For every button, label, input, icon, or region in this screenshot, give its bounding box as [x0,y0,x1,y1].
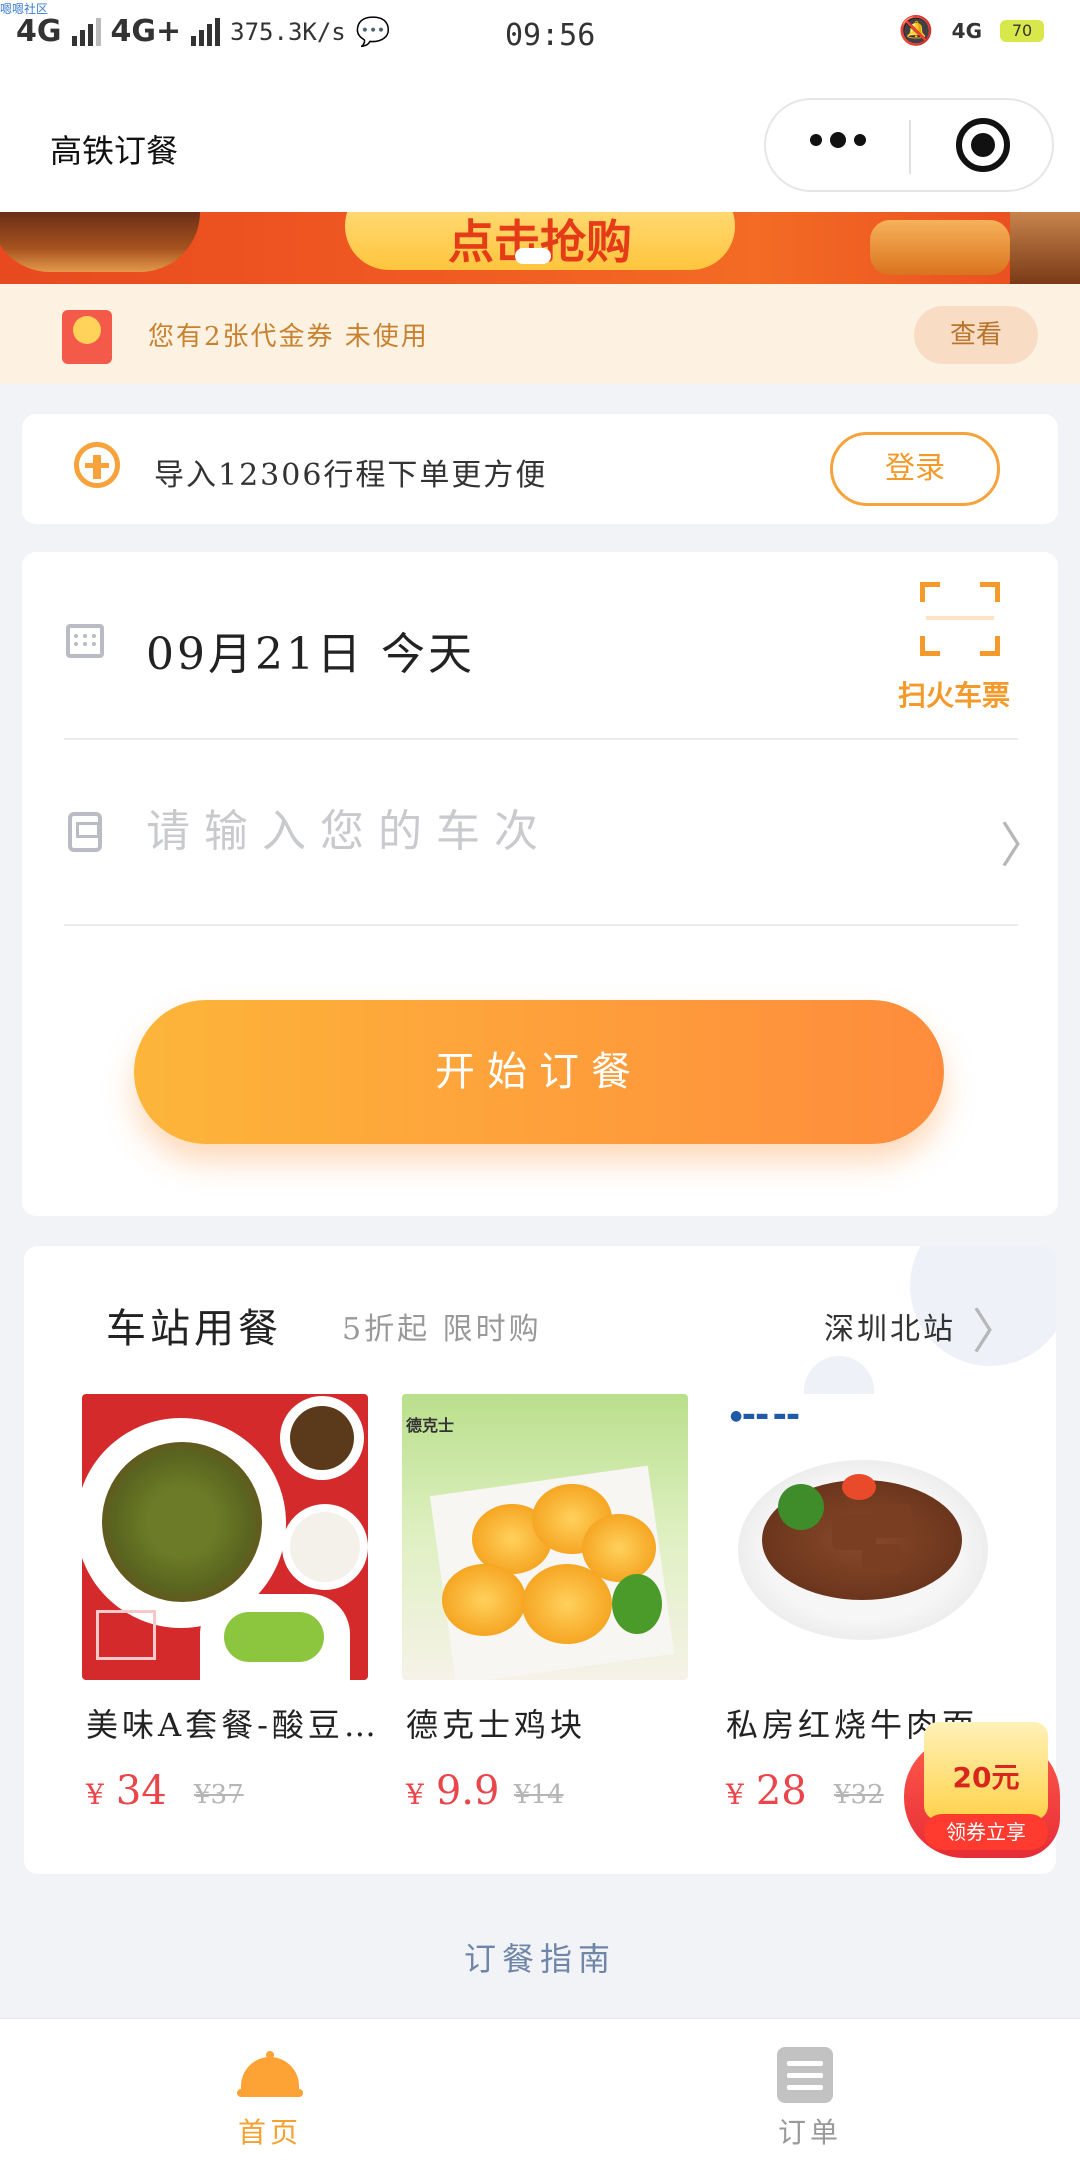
tab-label: 首页 [237,2116,302,2149]
network-indicators: 4G 4G+ 375.3K/s 💬 [16,14,391,49]
train-number-input[interactable] [146,806,906,857]
import-trip-card: 导入12306行程下单更方便 登录 [22,414,1058,524]
coupon-notice: 您有2张代金券 未使用 查看 [0,284,1080,384]
signal-icon [71,17,101,46]
network-speed: 375.3K/s [230,17,346,46]
date-selector[interactable]: 09月21日 今天 [146,618,475,682]
coupon-amount: 20元 [952,1761,1020,1794]
railway-logo-icon [74,442,120,488]
meal-item[interactable]: 德克士 德克士鸡块 ¥9.9 ¥14 [402,1394,688,1814]
chevron-right-icon[interactable]: 〉 [1000,806,1048,876]
mute-bell-icon: 🔕 [898,14,934,47]
divider [64,924,1018,926]
tab-bar: 首页 订单 [0,2018,1080,2160]
red-envelope-icon [62,310,112,364]
status-right: 🔕 4G 70 [899,14,1044,47]
page-title: 高铁订餐 [50,132,179,170]
import-trip-text: 导入12306行程下单更方便 [154,458,548,493]
meal-name: 德克士鸡块 [406,1706,587,1744]
promo-banner[interactable]: 点击抢购 [0,212,1080,284]
tab-home[interactable]: 首页 [0,2019,540,2160]
capsule-divider [909,120,911,174]
train-icon [68,812,102,852]
more-dots-icon[interactable] [810,132,866,148]
divider [64,738,1018,740]
meal-item[interactable]: ●▬▬ ▬▬ 私房红烧牛肉面 ¥28 ¥32 [722,1394,1008,1814]
meal-original-price: ¥14 [514,1780,564,1810]
coupon-claim-label: 领券立享 [924,1814,1048,1850]
wechat-icon: 💬 [355,15,391,48]
network-type-1: 4G [16,14,62,49]
clock: 09:56 [505,18,596,53]
tab-label: 订单 [777,2116,842,2149]
meal-image: 德克士 [402,1394,688,1680]
list-icon [777,2043,843,2103]
station-meals-card: 车站用餐 5折起 限时购 深圳北站 〉 美味A套餐-酸豆… ¥34 ¥37 德克… [24,1246,1056,1874]
signal-icon [191,17,221,46]
meal-original-price: ¥37 [194,1780,244,1810]
login-button[interactable]: 登录 [830,432,1000,506]
close-target-icon[interactable] [956,118,1010,172]
section-subtitle: 5折起 限时购 [342,1312,542,1347]
app-header: 高铁订餐 [0,72,1080,212]
section-title: 车站用餐 [106,1306,282,1352]
calendar-icon [66,624,104,658]
scan-ticket-label[interactable]: 扫火车票 [898,674,1010,714]
start-order-button[interactable]: 开始订餐 [134,1000,944,1144]
network-type-2: 4G+ [110,14,182,49]
meal-price: ¥9.9 [406,1768,500,1814]
status-bar: 嗯嗯社区 4G 4G+ 375.3K/s 💬 09:56 🔕 4G 70 [0,0,1080,72]
brand-logo: ●▬▬ ▬▬ [730,1408,800,1424]
order-guide-link[interactable]: 订餐指南 [0,1934,1080,1980]
brand-logo: 德克士 [406,1416,455,1435]
order-form-card: 09月21日 今天 扫火车票 〉 开始订餐 [22,552,1058,1216]
meal-price: ¥34 [86,1768,167,1814]
meal-item[interactable]: 美味A套餐-酸豆… ¥34 ¥37 [82,1394,376,1814]
floating-coupon-button[interactable]: 20元 领券立享 [904,1712,1064,1862]
scan-icon[interactable] [920,582,1000,656]
coupon-text: 您有2张代金券 未使用 [148,322,429,352]
meal-name: 美味A套餐-酸豆… [86,1706,380,1744]
battery-icon: 70 [1000,19,1044,42]
cloche-icon [237,2043,303,2103]
view-coupon-button[interactable]: 查看 [914,306,1038,364]
chevron-right-icon[interactable]: 〉 [972,1292,1020,1362]
burger-image [0,212,200,272]
drink-image [1010,212,1080,284]
carousel-indicator [515,248,551,264]
station-selector[interactable]: 深圳北站 [824,1304,956,1348]
tab-orders[interactable]: 订单 [540,2019,1080,2160]
meal-price: ¥28 [726,1768,807,1814]
mini-program-capsule [764,98,1054,192]
network-type-right: 4G [951,18,982,43]
meal-original-price: ¥32 [834,1780,884,1810]
meal-image [82,1394,368,1680]
meal-image: ●▬▬ ▬▬ [722,1394,1008,1680]
food-image [870,220,1010,275]
